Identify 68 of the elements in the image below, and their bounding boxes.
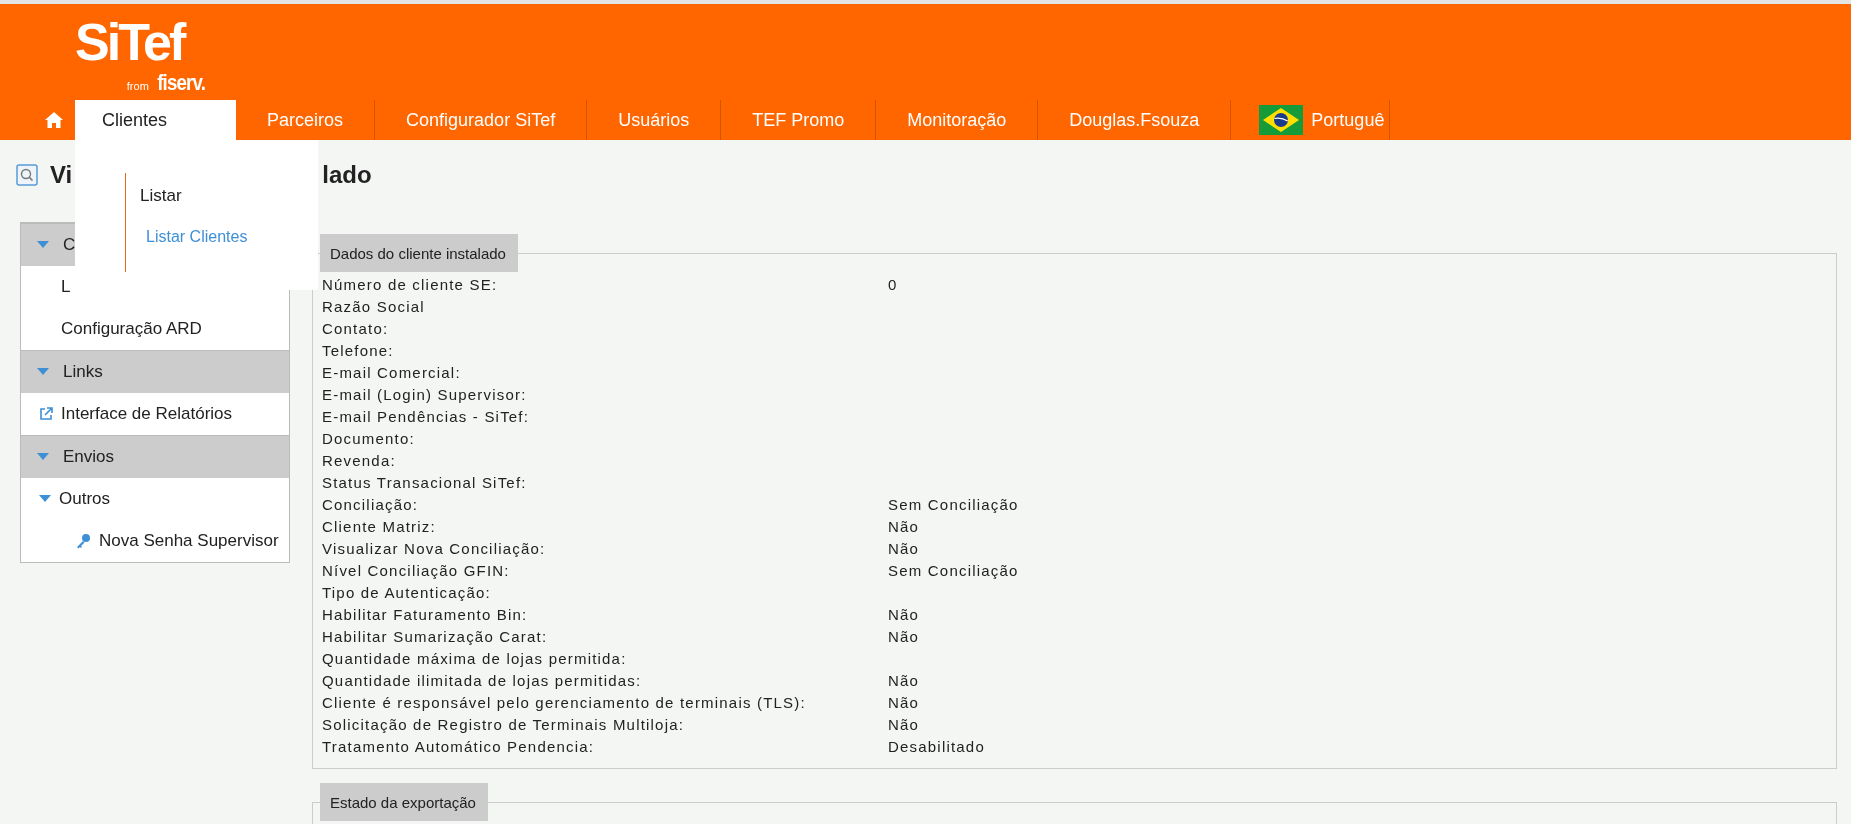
field-label: E-mail Pendências - SiTef: [322, 407, 531, 427]
field-label: Quantidade ilimitada de lojas permitidas: [322, 671, 643, 691]
field-value: Não [888, 517, 920, 537]
caret-icon [37, 241, 49, 249]
nav-tab[interactable]: TEF Promo [721, 100, 877, 140]
field-label: Visualizar Nova Conciliação: [322, 539, 547, 559]
field-label: Conciliação: [322, 495, 420, 515]
field-label: Razão Social [322, 297, 426, 317]
caret-icon [37, 368, 49, 376]
nav-tab[interactable]: Monitoração [876, 100, 1039, 140]
section-title: C [63, 235, 76, 255]
field-label: E-mail Comercial: [322, 363, 462, 383]
page-title: lado [322, 161, 372, 189]
nav-tab[interactable]: Configurador SiTef [375, 100, 588, 140]
item-label: L [61, 277, 71, 297]
field-label: Cliente Matriz: [322, 517, 437, 537]
menu-heading: Listar [140, 186, 183, 206]
field-label: Tipo de Autenticação: [322, 583, 492, 603]
field-value: 0 [888, 275, 898, 295]
nav-tab[interactable]: Clientes [75, 100, 237, 140]
field-label: Número de cliente SE: [322, 275, 499, 295]
item-label: Nova Senha Supervisor [99, 531, 279, 551]
field-label: Tratamento Automático Pendencia: [322, 737, 596, 757]
field-value: Não [888, 627, 920, 647]
field-value: Não [888, 715, 920, 735]
field-label: Telefone: [322, 341, 395, 361]
key-icon [75, 533, 91, 549]
field-label: Habilitar Sumarização Carat: [322, 627, 549, 647]
field-value: Não [888, 693, 920, 713]
field-label: Solicitação de Registro de Terminais Multiloja: [322, 715, 686, 735]
flag-icon [1259, 105, 1304, 135]
section-header[interactable]: Envios [21, 435, 289, 478]
menu-link[interactable]: Listar Clientes [146, 228, 248, 246]
nav-tab[interactable]: Usuários [587, 100, 722, 140]
search-icon [16, 164, 38, 186]
section-title: Envios [63, 447, 115, 467]
field-value: Desabilitado [888, 737, 985, 757]
external-link-icon [39, 407, 53, 421]
caret-icon [39, 495, 51, 503]
home-icon [45, 112, 63, 128]
logo-wordmark: SiTef [75, 16, 184, 68]
field-label: Revenda: [322, 451, 397, 471]
item-label: Outros [59, 489, 111, 509]
field-value: Não [888, 671, 920, 691]
item-label: Configuração ARD [61, 319, 202, 339]
section-title: Links [63, 362, 103, 382]
field-label: Habilitar Faturamento Bin: [322, 605, 529, 625]
field-label: Documento: [322, 429, 416, 449]
field-value: Sem Conciliação [888, 495, 1019, 515]
section-header[interactable]: Links [21, 350, 289, 393]
field-label: Status Transacional SiTef: [322, 473, 528, 493]
partner-logo: fiserv. [157, 70, 205, 96]
field-value: Sem Conciliação [888, 561, 1019, 581]
item-label: Interface de Relatórios [61, 404, 233, 424]
field-label: Nível Conciliação GFIN: [322, 561, 511, 581]
fieldset-legend: Estado da exportação [320, 783, 488, 821]
logo-subtitle: from [126, 80, 149, 92]
field-label: Cliente é responsável pelo gerenciamento de terminais (TLS): [322, 693, 807, 713]
field-value: Não [888, 539, 920, 559]
field-label: E-mail (Login) Supervisor: [322, 385, 528, 405]
fieldset-legend: Dados do cliente instalado [320, 234, 518, 272]
field-label: Contato: [322, 319, 390, 339]
field-value: Não [888, 605, 920, 625]
field-label: Quantidade máxima de lojas permitida: [322, 649, 628, 669]
page-title: Vi [50, 161, 73, 189]
language-selector[interactable]: Portuguê [1231, 100, 1391, 140]
caret-icon [37, 453, 49, 461]
nav-tab[interactable]: Douglas.Fsouza [1038, 100, 1232, 140]
